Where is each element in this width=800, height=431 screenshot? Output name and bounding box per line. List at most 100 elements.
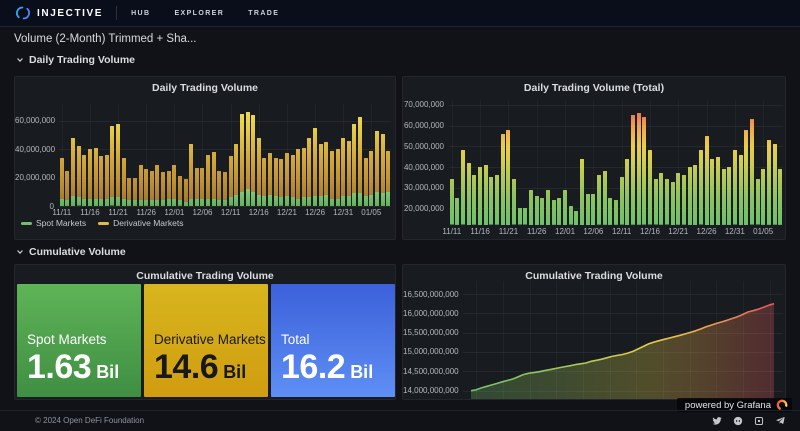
bar[interactable] xyxy=(654,179,658,225)
bar[interactable] xyxy=(246,112,250,206)
bar[interactable] xyxy=(461,150,465,225)
bar[interactable] xyxy=(625,159,629,225)
bar[interactable] xyxy=(167,171,171,207)
bar[interactable] xyxy=(478,167,482,225)
bar[interactable] xyxy=(319,144,323,206)
bar[interactable] xyxy=(364,158,368,206)
bar[interactable] xyxy=(217,171,221,207)
bar[interactable] xyxy=(223,172,227,206)
bar[interactable] xyxy=(302,148,306,206)
bar[interactable] xyxy=(693,165,697,225)
legend-item-spot[interactable]: Spot Markets xyxy=(21,218,86,228)
cumulative-volume-chart[interactable]: 14,000,000,00014,500,000,00015,000,000,0… xyxy=(403,265,785,399)
bar[interactable] xyxy=(234,144,238,206)
bar[interactable] xyxy=(484,165,488,225)
telegram-icon[interactable] xyxy=(775,415,786,426)
bar[interactable] xyxy=(178,176,182,206)
bar[interactable] xyxy=(313,128,317,206)
bar[interactable] xyxy=(161,172,165,206)
bar[interactable] xyxy=(307,138,311,206)
bar[interactable] xyxy=(122,158,126,206)
bar[interactable] xyxy=(330,151,334,206)
bar[interactable] xyxy=(733,150,737,225)
panel-title-cumulative-stats[interactable]: Cumulative Trading Volume xyxy=(15,270,395,282)
injective-logo[interactable]: INJECTIVE xyxy=(16,6,103,20)
bar[interactable] xyxy=(523,208,527,225)
discord-icon[interactable] xyxy=(733,416,743,426)
bar[interactable] xyxy=(614,200,618,225)
bar[interactable] xyxy=(450,179,454,225)
bar[interactable] xyxy=(71,138,75,206)
bar[interactable] xyxy=(631,115,635,225)
bar[interactable] xyxy=(94,148,98,206)
bar[interactable] xyxy=(189,144,193,206)
bar[interactable] xyxy=(150,171,154,207)
bar[interactable] xyxy=(65,171,69,207)
bar[interactable] xyxy=(455,198,459,225)
bar[interactable] xyxy=(580,159,584,225)
bar[interactable] xyxy=(206,155,210,206)
bar[interactable] xyxy=(352,124,356,206)
bar[interactable] xyxy=(727,167,731,225)
bar[interactable] xyxy=(347,141,351,206)
bar[interactable] xyxy=(291,155,295,206)
bar[interactable] xyxy=(569,206,573,225)
bar[interactable] xyxy=(369,151,373,206)
bar[interactable] xyxy=(262,158,266,206)
bar[interactable] xyxy=(535,196,539,225)
bar[interactable] xyxy=(637,113,641,225)
bar[interactable] xyxy=(773,144,777,225)
bar[interactable] xyxy=(82,155,86,206)
bar[interactable] xyxy=(251,115,255,206)
bar[interactable] xyxy=(682,175,686,225)
bar[interactable] xyxy=(127,178,131,206)
bar[interactable] xyxy=(597,175,601,225)
bar[interactable] xyxy=(620,177,624,225)
bar[interactable] xyxy=(710,159,714,225)
nav-link-hub[interactable]: HUB xyxy=(131,10,150,17)
bar[interactable] xyxy=(761,169,765,225)
bar[interactable] xyxy=(739,155,743,225)
bar[interactable] xyxy=(77,146,81,206)
nav-link-explorer[interactable]: EXPLORER xyxy=(174,10,224,17)
nav-link-trade[interactable]: TRADE xyxy=(248,10,279,17)
bar[interactable] xyxy=(767,140,771,225)
bar[interactable] xyxy=(750,119,754,225)
bar[interactable] xyxy=(88,149,92,206)
bar[interactable] xyxy=(506,130,510,225)
bar[interactable] xyxy=(195,168,199,206)
bar[interactable] xyxy=(375,131,379,206)
daily-volume-total-chart[interactable]: 20,000,00030,000,00040,000,00050,000,000… xyxy=(403,77,785,239)
bar[interactable] xyxy=(60,158,64,206)
bar[interactable] xyxy=(699,150,703,225)
bar[interactable] xyxy=(744,130,748,225)
bar[interactable] xyxy=(529,190,533,225)
section-cumulative-volume[interactable]: Cumulative Volume xyxy=(16,246,126,258)
bar[interactable] xyxy=(336,149,340,206)
bar[interactable] xyxy=(144,169,148,206)
bar[interactable] xyxy=(279,159,283,206)
bar[interactable] xyxy=(324,142,328,206)
bar[interactable] xyxy=(489,177,493,225)
bar[interactable] xyxy=(285,153,289,206)
bar[interactable] xyxy=(688,167,692,225)
bar[interactable] xyxy=(212,152,216,206)
bar[interactable] xyxy=(341,138,345,206)
bar[interactable] xyxy=(257,138,261,206)
bar[interactable] xyxy=(139,165,143,206)
bar[interactable] xyxy=(552,200,556,225)
bar[interactable] xyxy=(172,165,176,206)
bar[interactable] xyxy=(240,114,244,206)
mirror-icon[interactable] xyxy=(754,416,764,426)
bar[interactable] xyxy=(155,165,159,206)
bar[interactable] xyxy=(268,153,272,206)
bar[interactable] xyxy=(642,117,646,225)
bar[interactable] xyxy=(116,124,120,206)
bar[interactable] xyxy=(563,190,567,225)
twitter-icon[interactable] xyxy=(712,416,722,426)
bar[interactable] xyxy=(648,150,652,225)
bar[interactable] xyxy=(557,198,561,225)
bar[interactable] xyxy=(722,169,726,225)
bar[interactable] xyxy=(705,136,709,225)
bar[interactable] xyxy=(229,156,233,206)
